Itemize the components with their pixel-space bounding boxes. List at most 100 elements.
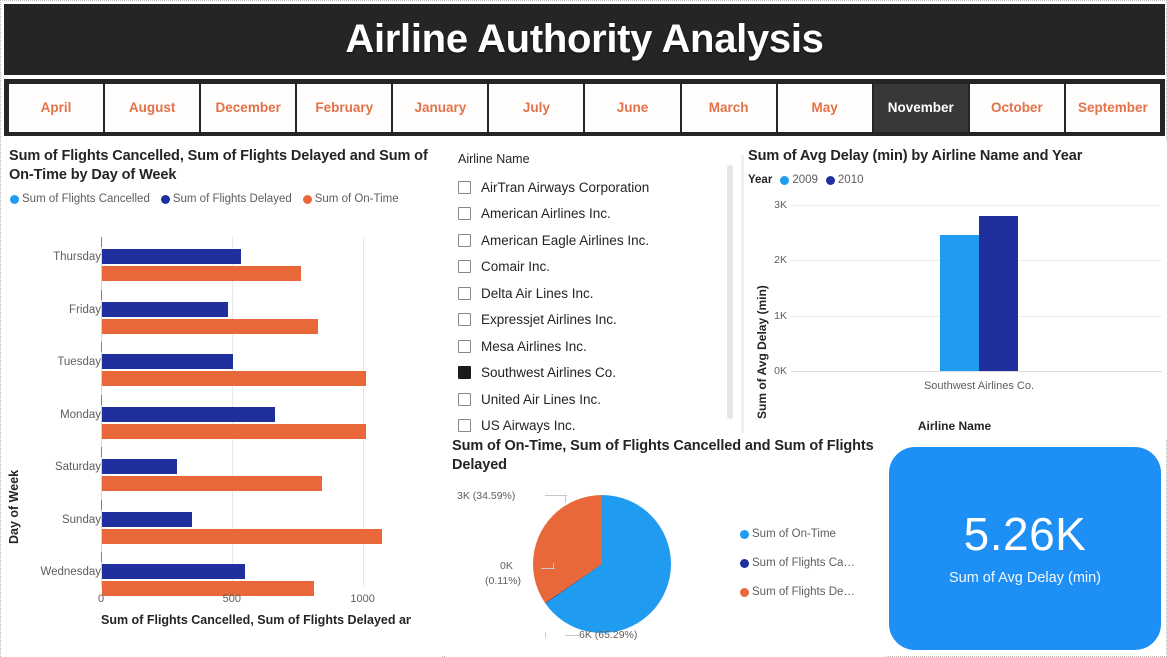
- slicer-item-label: American Airlines Inc.: [481, 206, 611, 222]
- month-tab-bar: April August December February January July Ju…: [4, 79, 1165, 136]
- bar-chart-legend: Sum of Flights Cancelled Sum of Flights D…: [10, 193, 399, 205]
- checkbox-icon[interactable]: [458, 313, 471, 327]
- bar-legend-label: Sum of Flights Cancelled: [22, 193, 150, 205]
- dashboard-page: Airline Authority Analysis April August De…: [0, 0, 1167, 657]
- checkbox-icon[interactable]: [458, 392, 471, 406]
- column-chart-title: Sum of Avg Delay (min) by Airline Name a…: [748, 148, 1083, 164]
- bar-sum-of-flights-delayed-sunday[interactable]: [102, 511, 193, 527]
- bar-flights-cancelled-saturday[interactable]: [101, 447, 102, 458]
- month-tab-may[interactable]: May: [777, 83, 874, 132]
- bar-sum-of-on-time-saturday[interactable]: [102, 476, 322, 492]
- bar-sum-of-flights-delayed-monday[interactable]: [102, 406, 275, 422]
- bar-sum-of-on-time-monday[interactable]: [102, 423, 367, 439]
- bar-sum-of-flights-delayed-tuesday[interactable]: [102, 354, 233, 370]
- bar-sum-of-on-time-thursday[interactable]: [102, 266, 301, 282]
- avg-delay-kpi-card[interactable]: 5.26K Sum of Avg Delay (min): [889, 447, 1161, 650]
- month-tab-september[interactable]: September: [1065, 83, 1160, 132]
- column-legend-title: Year: [748, 174, 773, 186]
- checkbox-icon[interactable]: [458, 180, 471, 194]
- pie-chart-legend: Sum of On-Time Sum of Flights Ca… Sum of F…: [740, 528, 855, 598]
- slicer-item-airtran-airways-corporation[interactable]: AirTran Airways Corporation: [458, 174, 720, 201]
- checkbox-icon[interactable]: [458, 286, 471, 300]
- column-bar-2009[interactable]: [940, 235, 979, 371]
- bar-sum-of-flights-delayed-saturday[interactable]: [102, 459, 177, 475]
- bar-flights-cancelled-tuesday[interactable]: [101, 342, 102, 353]
- month-tab-december[interactable]: December: [201, 83, 298, 132]
- bar-category-label-saturday: Saturday: [54, 461, 101, 474]
- pie-leader-line: [545, 632, 546, 638]
- legend-swatch-icon: [10, 194, 19, 204]
- bar-sum-of-flights-delayed-friday[interactable]: [102, 301, 228, 317]
- pie-legend-item-sum-of-flights-cancelled[interactable]: Sum of Flights Ca…: [740, 557, 855, 569]
- slicer-item-comair-inc[interactable]: Comair Inc.: [458, 254, 720, 281]
- bar-category-label-monday: Monday: [60, 408, 101, 421]
- month-tab-october[interactable]: October: [969, 83, 1066, 132]
- bar-legend-item-sum-of-on-time[interactable]: Sum of On-Time: [302, 193, 399, 205]
- bar-flights-cancelled-thursday[interactable]: [101, 237, 102, 248]
- pie-chart-title: Sum of On-Time, Sum of Flights Cancelled…: [452, 438, 874, 473]
- pie-legend-item-sum-of-on-time[interactable]: Sum of On-Time: [740, 528, 855, 540]
- slicer-item-southwest-airlines-co[interactable]: Southwest Airlines Co.: [458, 360, 720, 387]
- bar-sum-of-on-time-tuesday[interactable]: [102, 371, 367, 387]
- bar-legend-label: Sum of On-Time: [314, 193, 399, 205]
- checkbox-icon[interactable]: [458, 339, 471, 353]
- bar-flights-cancelled-wednesday[interactable]: [101, 552, 102, 563]
- month-tab-february[interactable]: February: [297, 83, 394, 132]
- slicer-item-american-airlines-inc[interactable]: American Airlines Inc.: [458, 201, 720, 228]
- legend-swatch-icon: [780, 175, 790, 185]
- month-tab-march[interactable]: March: [681, 83, 778, 132]
- pie-data-label-flights-delayed: 3K (34.59%): [457, 490, 516, 502]
- slicer-item-mesa-airlines-inc[interactable]: Mesa Airlines Inc.: [458, 333, 720, 360]
- bar-flights-cancelled-friday[interactable]: [101, 289, 102, 300]
- slicer-item-united-air-lines-inc[interactable]: United Air Lines Inc.: [458, 386, 720, 413]
- bar-legend-item-sum-of-flights-cancelled[interactable]: Sum of Flights Cancelled: [10, 193, 150, 205]
- checkbox-icon[interactable]: [458, 260, 471, 274]
- month-tab-august[interactable]: August: [105, 83, 202, 132]
- bar-chart-category-labels: Thursday Friday Tuesday Monday Saturday Sunda…: [17, 219, 101, 657]
- bar-x-tick-500: 500: [222, 593, 242, 605]
- pie-chart-panel: Sum of On-Time, Sum of Flights Cancelled…: [445, 433, 885, 657]
- pie-leader-line: [565, 495, 566, 503]
- bar-x-tick-0: 0: [97, 593, 105, 605]
- month-tab-june[interactable]: June: [585, 83, 682, 132]
- legend-swatch-icon: [740, 529, 749, 539]
- month-tab-november[interactable]: November: [873, 83, 970, 132]
- column-legend-label: 2010: [837, 174, 864, 186]
- bar-sum-of-on-time-friday[interactable]: [102, 318, 318, 334]
- bar-sum-of-on-time-wednesday[interactable]: [102, 581, 314, 597]
- slicer-item-expressjet-airlines-inc[interactable]: Expressjet Airlines Inc.: [458, 307, 720, 334]
- bar-flights-cancelled-monday[interactable]: [101, 394, 102, 405]
- checkbox-icon[interactable]: [458, 419, 471, 433]
- pie-legend-label: Sum of Flights Ca…: [752, 557, 855, 569]
- month-tab-january[interactable]: January: [393, 83, 490, 132]
- bar-flights-cancelled-sunday[interactable]: [101, 499, 102, 510]
- slicer-item-label: American Eagle Airlines Inc.: [481, 232, 650, 248]
- checkbox-icon[interactable]: [458, 233, 471, 247]
- column-category-label-southwest-airlines-co: Southwest Airlines Co.: [923, 380, 1035, 392]
- checkbox-checked-icon[interactable]: [458, 366, 471, 380]
- column-y-tick-2K: 2K: [774, 254, 787, 267]
- pie-data-label-flights-cancelled-percent: (0.11%): [485, 575, 521, 587]
- month-tab-april[interactable]: April: [9, 83, 106, 132]
- bar-category-label-tuesday: Tuesday: [57, 356, 101, 369]
- bar-sum-of-flights-delayed-thursday[interactable]: [102, 249, 241, 265]
- bar-category-label-sunday: Sunday: [61, 513, 101, 526]
- checkbox-icon[interactable]: [458, 207, 471, 221]
- slicer-item-label: Expressjet Airlines Inc.: [481, 312, 617, 328]
- slicer-scrollbar[interactable]: [727, 165, 733, 419]
- bar-legend-item-sum-of-flights-delayed[interactable]: Sum of Flights Delayed: [160, 193, 292, 205]
- slicer-item-delta-air-lines-inc[interactable]: Delta Air Lines Inc.: [458, 280, 720, 307]
- pie-legend-item-sum-of-flights-delayed[interactable]: Sum of Flights De…: [740, 586, 855, 598]
- column-legend-item-2009[interactable]: 2009: [780, 174, 818, 186]
- slicer-item-american-eagle-airlines-inc[interactable]: American Eagle Airlines Inc.: [458, 227, 720, 254]
- column-bar-2010[interactable]: [979, 215, 1018, 371]
- slicer-item-label: Southwest Airlines Co.: [481, 365, 617, 381]
- column-legend-item-2010[interactable]: 2010: [825, 174, 864, 186]
- month-tab-july[interactable]: July: [489, 83, 586, 132]
- column-legend-label: 2009: [792, 174, 818, 186]
- slicer-item-label: Delta Air Lines Inc.: [481, 285, 594, 301]
- legend-swatch-icon: [302, 194, 312, 204]
- slicer-item-label: Comair Inc.: [481, 259, 551, 275]
- bar-sum-of-flights-delayed-wednesday[interactable]: [102, 564, 245, 580]
- bar-sum-of-on-time-sunday[interactable]: [102, 528, 382, 544]
